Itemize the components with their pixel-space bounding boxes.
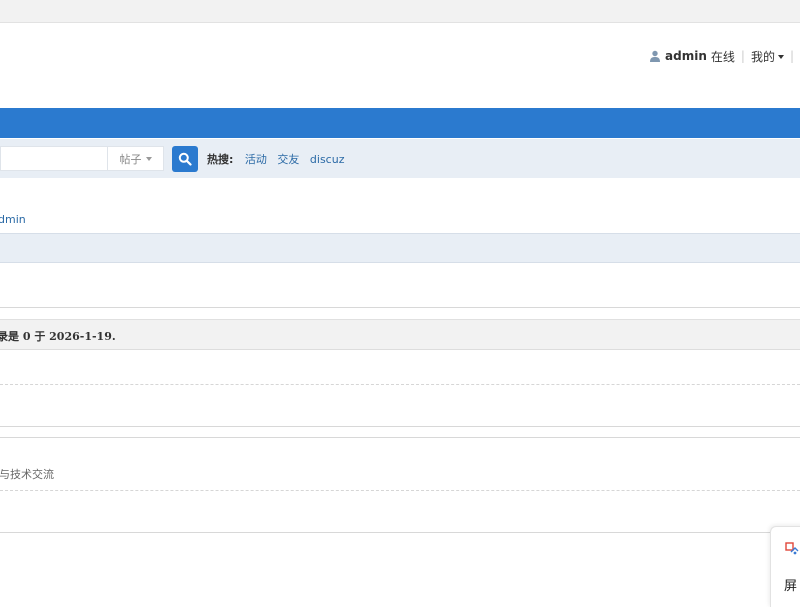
divider (0, 490, 800, 491)
section-header (0, 233, 800, 263)
separator: | (740, 49, 745, 63)
divider (0, 532, 800, 533)
chevron-down-icon (777, 55, 784, 59)
forum-description: 与技术交流 (0, 468, 54, 481)
divider (0, 426, 800, 427)
main-nav-bar (0, 108, 800, 138)
chevron-down-icon (145, 156, 152, 161)
hot-keyword-link[interactable]: discuz (310, 153, 345, 166)
top-strip (0, 0, 800, 23)
hot-keyword-link[interactable]: 交友 (277, 153, 299, 166)
user-icon (650, 50, 661, 62)
online-status: 在线 (710, 49, 735, 64)
user-info-bar: admin 在线 | 我的 | (649, 48, 800, 64)
widget-label: 屏 (784, 579, 798, 594)
search-input[interactable] (0, 146, 108, 171)
separator: | (789, 49, 794, 63)
search-type-label: 帖子 (119, 152, 142, 166)
my-menu-label: 我的 (750, 49, 775, 64)
search-button[interactable] (172, 146, 198, 172)
search-type-select[interactable]: 帖子 (107, 146, 164, 171)
hot-keyword-link[interactable]: 活动 (245, 153, 267, 166)
search-icon (178, 152, 192, 166)
floating-widget[interactable]: 屏 (770, 526, 800, 607)
breadcrumb-link[interactable]: dmin (0, 213, 26, 226)
divider (0, 437, 800, 438)
search-bar: 帖子 热搜: 活动 交友 discuz (0, 139, 800, 178)
hot-search: 热搜: 活动 交友 discuz (207, 151, 351, 167)
divider (0, 307, 800, 308)
hot-search-label: 热搜: (207, 153, 234, 166)
divider (0, 384, 800, 385)
notice-text: 录是 0 于 2026-1-19. (0, 330, 116, 343)
username-link[interactable]: admin (665, 49, 707, 63)
my-menu[interactable]: 我的 (751, 48, 784, 65)
notice-bar: 录是 0 于 2026-1-19. (0, 319, 800, 350)
screenshot-icon (785, 542, 799, 555)
